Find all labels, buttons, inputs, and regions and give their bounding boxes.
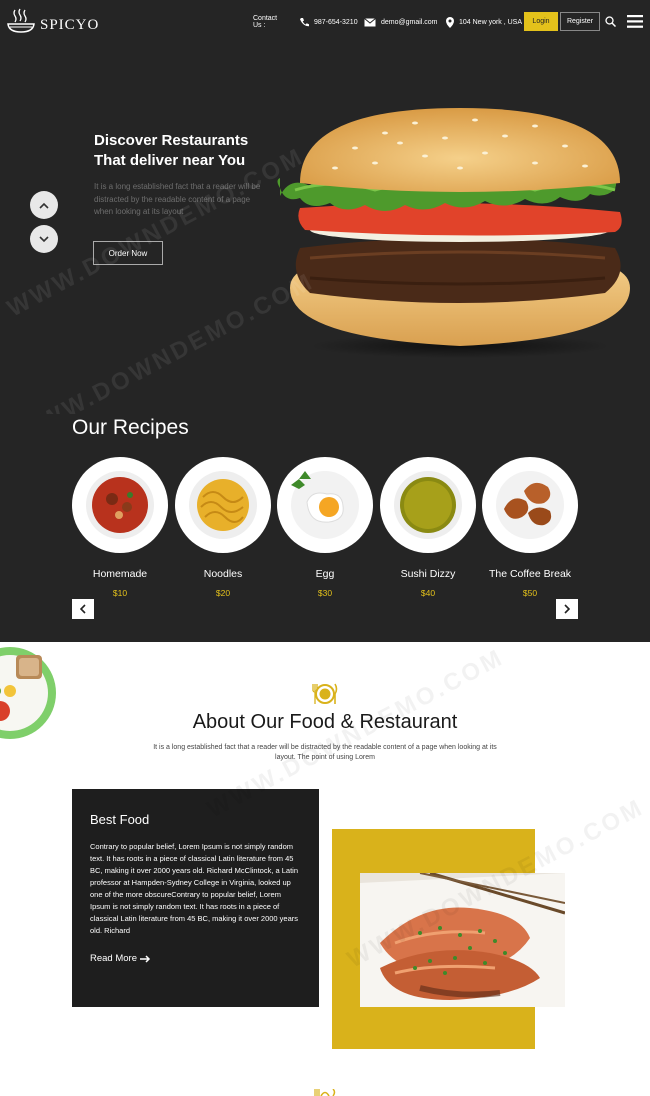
salmon-dish-image [360,873,565,1007]
recipe-name: Homemade [92,568,148,580]
recipe-price: $40 [420,588,436,598]
menu-icon[interactable] [627,15,643,28]
logo-text: SPICYO [40,16,100,33]
recipes-section: Our Recipes Homemade $10 Noodles $20 Egg… [0,414,650,642]
mail-icon [364,17,376,26]
logo[interactable]: SPICYO [6,8,99,34]
recipes-prev-button[interactable] [72,599,94,619]
recipe-price: $10 [112,588,128,598]
arrow-right-icon [140,954,151,963]
hero-title-line1: Discover Restaurants [94,132,249,149]
arrow-up-icon [39,202,49,209]
read-more-label: Read More [90,953,137,964]
address-text: 104 New york , USA [459,18,523,26]
about-title: About Our Food & Restaurant [192,711,458,733]
arrow-down-icon [39,235,49,242]
contact-address: 104 New york , USA [446,16,523,28]
chevron-right-icon [564,604,570,614]
recipe-card[interactable]: The Coffee Break $50 [482,457,578,598]
search-icon[interactable] [605,16,616,27]
recipe-name: Sushi Dizzy [400,568,456,580]
phone-icon [300,18,309,27]
email-text: demo@gmail.com [381,18,438,26]
recipe-plate-image [175,457,271,553]
best-food-title: Best Food [90,812,150,827]
recipe-name: Noodles [203,568,243,580]
best-food-text: Contrary to popular belief, Lorem Ipsum … [90,842,299,935]
location-icon [446,16,454,28]
recipe-card[interactable]: Homemade $10 [72,457,168,598]
recipe-price: $20 [215,588,231,598]
slider-up-button[interactable] [30,191,58,219]
phone-text: 987-654-3210 [314,18,358,26]
contact-label: Contact Us : [253,15,278,29]
recipes-next-button[interactable] [556,599,578,619]
hero-text: It is a long established fact that a rea… [94,182,261,216]
hero-section: Discover Restaurants That deliver near Y… [0,44,650,447]
recipe-name: The Coffee Break [488,568,572,580]
hero-title: Discover Restaurants That deliver near Y… [94,131,284,171]
recipe-card[interactable]: Noodles $20 [175,457,271,598]
plate-cutlery-icon [312,683,338,704]
recipes-title: Our Recipes [72,416,189,439]
read-more-link[interactable]: Read More [90,953,301,964]
recipe-price: $50 [522,588,538,598]
recipe-name: Egg [315,568,335,580]
recipe-card[interactable]: Sushi Dizzy $40 [380,457,476,598]
register-button[interactable]: Register [560,12,600,31]
recipe-plate-image [482,457,578,553]
recipe-plate-image [380,457,476,553]
chevron-left-icon [80,604,86,614]
login-button[interactable]: Login [524,12,558,31]
slider-down-button[interactable] [30,225,58,253]
recipe-price: $30 [317,588,333,598]
logo-bowl-icon [7,8,35,33]
recipe-plate-image [277,457,373,553]
best-food-card: Best Food Contrary to popular belief, Lo… [72,789,319,1007]
hero-title-line2: That deliver near You [94,152,246,169]
contact-email[interactable]: demo@gmail.com [364,17,438,27]
recipe-plate-image [72,457,168,553]
about-subtitle: It is a long established fact that a rea… [153,744,497,761]
order-now-button[interactable]: Order Now [93,241,163,265]
recipe-card[interactable]: Egg $30 [277,457,373,598]
header: SPICYO Contact Us : 987-654-3210 demo@gm… [0,0,650,44]
contact-phone[interactable]: 987-654-3210 [299,17,358,27]
plate-cutlery-icon [314,1089,336,1096]
burger-image [277,108,630,358]
